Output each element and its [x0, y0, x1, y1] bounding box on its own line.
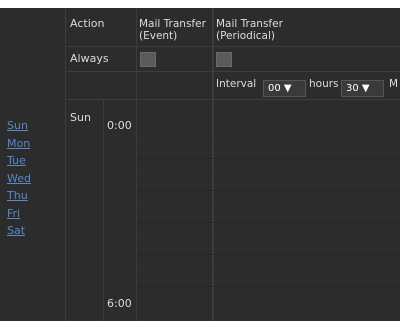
column-header-periodical-line1: Mail Transfer — [216, 18, 283, 30]
mail-transfer-periodical-always-checkbox[interactable] — [216, 52, 232, 67]
always-label: Always — [70, 52, 109, 65]
minutes-label: M — [389, 78, 399, 90]
time-slot-divider — [137, 174, 400, 175]
day-link-tue[interactable]: Tue — [7, 152, 31, 170]
day-link-list: Sun Mon Tue Wed Thu Fri Sat — [7, 117, 31, 240]
column-header-event-line1: Mail Transfer — [139, 18, 206, 30]
time-slot-divider — [137, 254, 400, 255]
interval-minutes-select[interactable]: 30 ▼ — [341, 80, 384, 97]
schedule-day-label: Sun — [70, 111, 91, 124]
time-slot-divider — [137, 222, 400, 223]
schedule-panel: Action Mail Transfer (Event) Mail Transf… — [0, 8, 400, 321]
time-slot-divider — [137, 270, 400, 271]
mail-transfer-event-always-checkbox[interactable] — [140, 52, 156, 67]
column-header-periodical-line2: (Periodical) — [216, 30, 275, 42]
interval-label: Interval — [216, 78, 257, 90]
column-header-mail-transfer-event: Mail Transfer (Event) — [139, 18, 206, 42]
day-link-fri[interactable]: Fri — [7, 205, 31, 223]
hours-label: hours — [309, 78, 339, 90]
time-label-start: 0:00 — [107, 119, 132, 132]
day-link-thu[interactable]: Thu — [7, 187, 31, 205]
interval-hours-select[interactable]: 00 ▼ — [263, 80, 306, 97]
column-header-event-line2: (Event) — [139, 30, 178, 42]
day-link-mon[interactable]: Mon — [7, 135, 31, 153]
time-slot-divider — [137, 158, 400, 159]
time-slot-divider — [137, 190, 400, 191]
column-header-action: Action — [70, 17, 105, 30]
time-slot-divider — [137, 286, 400, 287]
column-header-mail-transfer-periodical: Mail Transfer (Periodical) — [216, 18, 283, 42]
time-slot-divider — [137, 238, 400, 239]
time-slot-divider — [137, 142, 400, 143]
day-link-sat[interactable]: Sat — [7, 222, 31, 240]
day-link-wed[interactable]: Wed — [7, 170, 31, 188]
time-label-end: 6:00 — [107, 297, 132, 310]
day-link-sun[interactable]: Sun — [7, 117, 31, 135]
time-slot-divider — [137, 206, 400, 207]
